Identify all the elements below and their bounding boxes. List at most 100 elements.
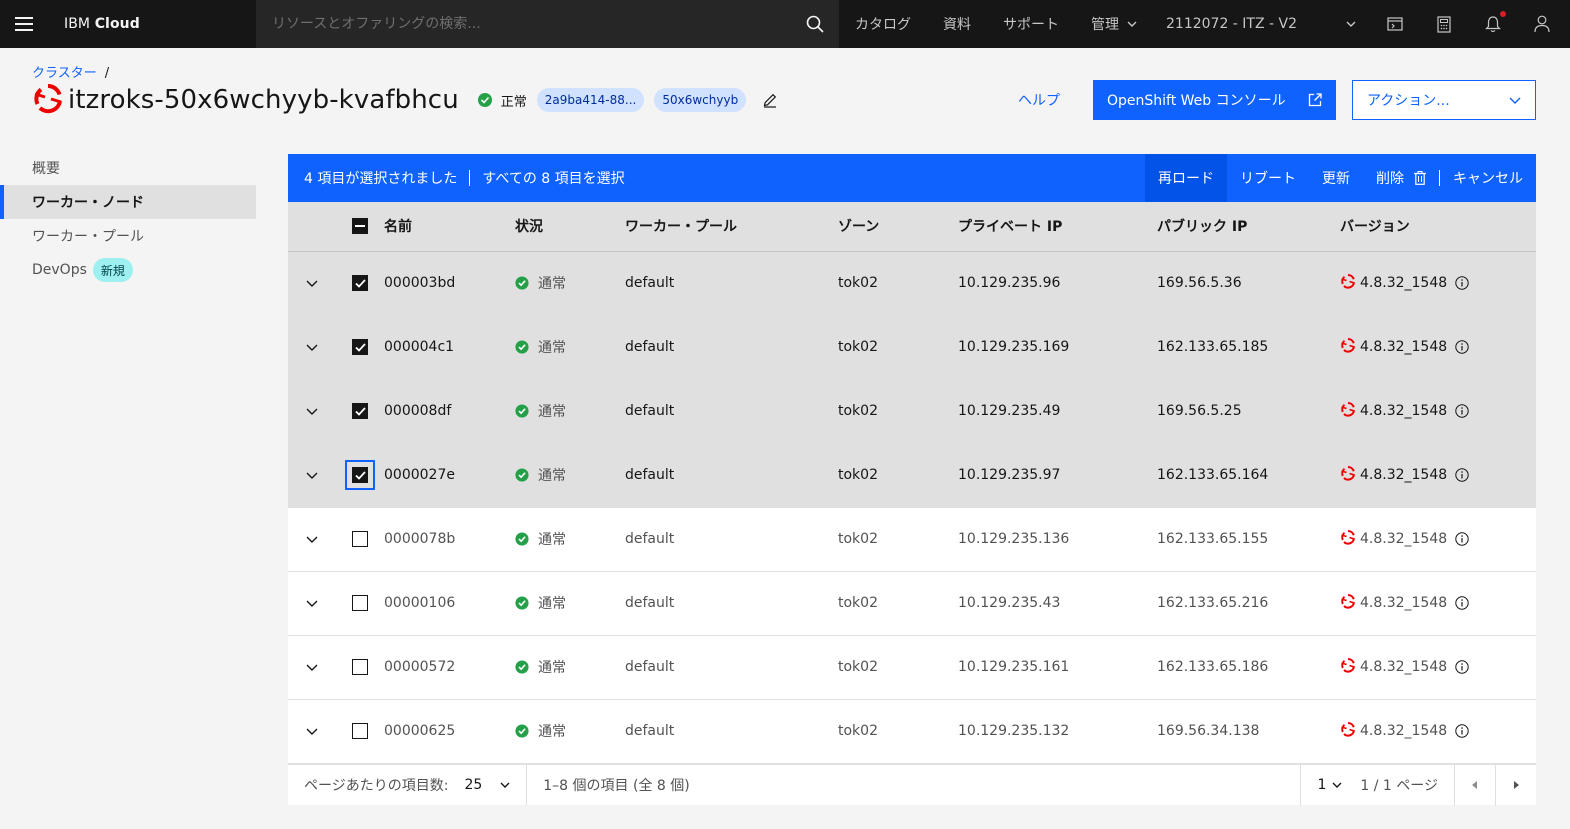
row-checkbox[interactable] (352, 531, 368, 547)
information-icon[interactable] (1455, 596, 1469, 610)
checkmark-filled-icon (515, 339, 529, 354)
chevron-down-icon[interactable] (306, 595, 318, 611)
worker-pool: default (625, 595, 675, 611)
table-row[interactable]: 000003bd 通常 default tok02 10.129.235.96 169.5… (288, 251, 1536, 315)
cost-estimator-icon[interactable] (1420, 0, 1468, 48)
status-indicator: 通常 (515, 721, 566, 741)
status-cell: 通常 (515, 571, 625, 635)
global-search (256, 0, 839, 48)
next-page-button[interactable] (1495, 764, 1536, 806)
nav-catalog[interactable]: カタログ (839, 0, 927, 48)
zone: tok02 (838, 339, 878, 355)
table-row[interactable]: 000004c1 通常 default tok02 10.129.235.169 162.… (288, 315, 1536, 379)
openshift-logo-icon (32, 82, 64, 118)
version-label: 4.8.32_1548 (1360, 723, 1448, 739)
chevron-down-icon[interactable] (306, 275, 318, 291)
header-private-ip[interactable]: プライベート IP (958, 202, 1157, 252)
delete-button[interactable]: 削除 (1363, 154, 1439, 202)
page-select[interactable]: 1 (1301, 777, 1350, 793)
worker-pool: default (625, 723, 675, 739)
worker-pool: default (625, 275, 675, 291)
private-ip: 10.129.235.136 (958, 531, 1070, 547)
header-public-ip[interactable]: パブリック IP (1157, 202, 1340, 252)
header-version[interactable]: バージョン (1340, 202, 1536, 252)
status-cell: 通常 (515, 443, 625, 507)
cluster-id-tag[interactable]: 2a9ba414-88... (536, 88, 645, 112)
table-row[interactable]: 000008df 通常 default tok02 10.129.235.49 169.5… (288, 379, 1536, 443)
information-icon[interactable] (1455, 340, 1469, 354)
sidenav-item-devops[interactable]: DevOps 新規 (0, 253, 256, 287)
items-per-page-select[interactable]: 25 (464, 777, 510, 793)
worker-name: 000004c1 (384, 339, 455, 355)
chevron-down-icon[interactable] (306, 531, 318, 547)
update-button[interactable]: 更新 (1309, 154, 1363, 202)
caret-right-icon (1514, 781, 1519, 789)
row-checkbox[interactable] (352, 595, 368, 611)
nav-manage[interactable]: 管理 (1075, 0, 1153, 48)
header-status[interactable]: 状況 (515, 202, 625, 252)
user-avatar-icon[interactable] (1518, 0, 1566, 48)
previous-page-button[interactable] (1454, 764, 1495, 806)
openshift-web-console-button[interactable]: OpenShift Web コンソール (1093, 80, 1336, 120)
help-link[interactable]: ヘルプ (1018, 90, 1060, 110)
table-row[interactable]: 00000625 通常 default tok02 10.129.235.132 169.… (288, 699, 1536, 763)
chevron-down-icon[interactable] (306, 339, 318, 355)
header-zone[interactable]: ゾーン (838, 202, 958, 252)
pagination-range: 1–8 個の項目 (全 8 個) (543, 777, 690, 794)
private-ip: 10.129.235.43 (958, 595, 1061, 611)
account-switcher[interactable]: 2112072 - ITZ - V2 (1150, 0, 1370, 48)
status-cell: 通常 (515, 635, 625, 699)
information-icon[interactable] (1455, 532, 1469, 546)
cluster-short-id-tag[interactable]: 50x6wchyyb (654, 88, 747, 112)
sidenav-item-overview[interactable]: 概要 (0, 151, 256, 185)
information-icon[interactable] (1455, 468, 1469, 482)
row-checkbox[interactable] (345, 460, 375, 490)
cloud-shell-icon[interactable] (1371, 0, 1419, 48)
notification-bell-icon[interactable] (1469, 0, 1517, 48)
breadcrumb-clusters-link[interactable]: クラスター (32, 66, 97, 81)
search-input[interactable] (256, 16, 791, 32)
chevron-down-icon[interactable] (306, 723, 318, 739)
reload-button[interactable]: 再ロード (1145, 154, 1227, 202)
ibm-cloud-logo[interactable]: IBM Cloud (48, 16, 256, 32)
row-checkbox[interactable] (352, 723, 368, 739)
zone: tok02 (838, 531, 878, 547)
hamburger-menu-icon[interactable] (0, 0, 48, 48)
status-label: 通常 (538, 659, 566, 676)
information-icon[interactable] (1455, 724, 1469, 738)
chevron-down-icon[interactable] (306, 659, 318, 675)
table-row[interactable]: 0000027e 通常 default tok02 10.129.235.97 162.1… (288, 443, 1536, 507)
select-all-checkbox[interactable] (352, 218, 368, 235)
chevron-down-icon (1509, 97, 1521, 104)
cancel-button[interactable]: キャンセル (1440, 154, 1536, 202)
row-checkbox[interactable] (352, 339, 368, 355)
version-cell: 4.8.32_1548 (1340, 379, 1536, 443)
version-cell: 4.8.32_1548 (1340, 571, 1536, 635)
table-row[interactable]: 00000572 通常 default tok02 10.129.235.161 162.… (288, 635, 1536, 699)
header-worker-pool[interactable]: ワーカー・プール (625, 202, 838, 252)
sidenav-item-worker-pools[interactable]: ワーカー・プール (0, 219, 256, 253)
actions-dropdown[interactable]: アクション... (1352, 80, 1536, 120)
nav-support[interactable]: サポート (987, 0, 1075, 48)
table-row[interactable]: 00000106 通常 default tok02 10.129.235.43 162.1… (288, 571, 1536, 635)
reboot-button[interactable]: リブート (1227, 154, 1309, 202)
status-cell: 通常 (515, 379, 625, 443)
sidenav-item-worker-nodes[interactable]: ワーカー・ノード (0, 185, 256, 219)
chevron-down-icon[interactable] (306, 467, 318, 483)
information-icon[interactable] (1455, 276, 1469, 290)
row-checkbox[interactable] (352, 275, 368, 291)
expand-cell (288, 443, 336, 507)
table-row[interactable]: 0000078b 通常 default tok02 10.129.235.136 162.… (288, 507, 1536, 571)
row-checkbox[interactable] (352, 403, 368, 419)
version-cell: 4.8.32_1548 (1340, 443, 1536, 507)
row-checkbox[interactable] (352, 659, 368, 675)
version: 4.8.32_1548 (1340, 337, 1469, 357)
information-icon[interactable] (1455, 660, 1469, 674)
information-icon[interactable] (1455, 404, 1469, 418)
nav-docs[interactable]: 資料 (927, 0, 987, 48)
edit-icon[interactable] (762, 92, 778, 108)
chevron-down-icon[interactable] (306, 403, 318, 419)
header-name[interactable]: 名前 (384, 202, 515, 252)
search-icon[interactable] (791, 0, 839, 48)
select-all-link[interactable]: すべての 8 項目を選択 (482, 168, 624, 188)
